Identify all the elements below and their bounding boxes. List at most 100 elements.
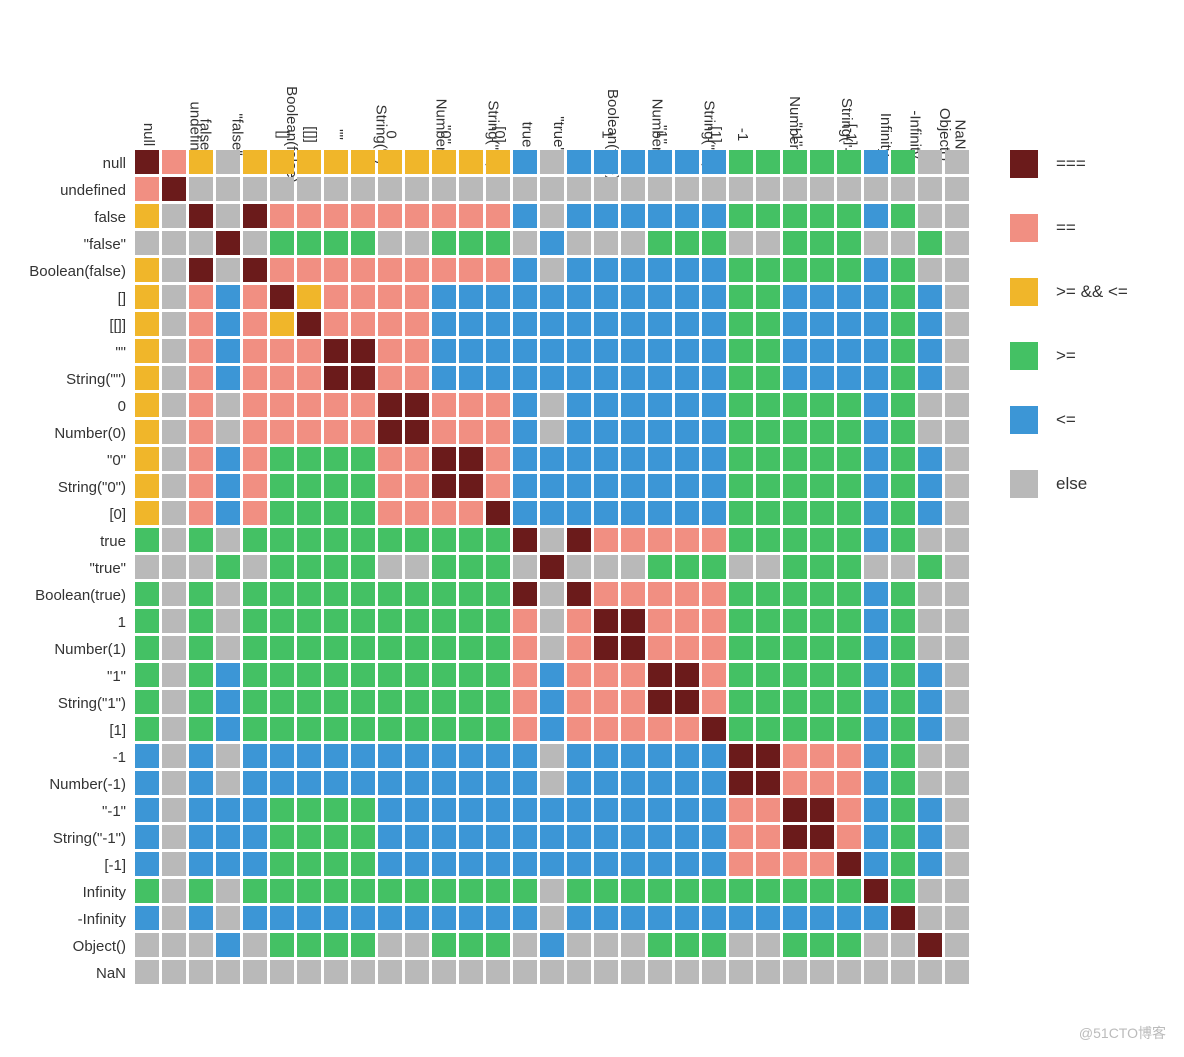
cell xyxy=(864,690,888,714)
cell xyxy=(270,717,294,741)
cell xyxy=(270,339,294,363)
cell xyxy=(297,204,321,228)
cell xyxy=(297,555,321,579)
cell xyxy=(648,420,672,444)
cell xyxy=(594,582,618,606)
cell xyxy=(513,933,537,957)
cell xyxy=(567,663,591,687)
cell xyxy=(297,825,321,849)
cell xyxy=(378,474,402,498)
cell xyxy=(135,906,159,930)
cell xyxy=(648,582,672,606)
row-label: "0" xyxy=(0,447,126,474)
cell xyxy=(324,204,348,228)
cell xyxy=(783,636,807,660)
cell xyxy=(567,771,591,795)
cell xyxy=(243,717,267,741)
cell xyxy=(324,285,348,309)
cell xyxy=(513,555,537,579)
cell xyxy=(945,825,969,849)
cell xyxy=(513,501,537,525)
cell xyxy=(702,528,726,552)
cell xyxy=(594,798,618,822)
cell xyxy=(945,528,969,552)
cell xyxy=(810,879,834,903)
cell xyxy=(135,501,159,525)
cell xyxy=(162,771,186,795)
col-label: Number(-1) xyxy=(756,126,783,144)
cell xyxy=(270,582,294,606)
cell xyxy=(378,528,402,552)
cell xyxy=(378,177,402,201)
col-label: [0] xyxy=(486,126,513,144)
cell xyxy=(783,690,807,714)
cell xyxy=(756,285,780,309)
cell xyxy=(486,150,510,174)
cell xyxy=(459,447,483,471)
cell xyxy=(459,663,483,687)
cell xyxy=(351,852,375,876)
cell xyxy=(540,609,564,633)
cell xyxy=(891,501,915,525)
cell xyxy=(243,177,267,201)
cell xyxy=(513,960,537,984)
col-label: [[]] xyxy=(297,126,324,144)
cell xyxy=(864,312,888,336)
col-label: NaN xyxy=(945,126,972,144)
cell xyxy=(432,285,456,309)
cell xyxy=(756,933,780,957)
cell xyxy=(270,474,294,498)
cell xyxy=(513,312,537,336)
cell xyxy=(918,717,942,741)
cell xyxy=(378,879,402,903)
cell xyxy=(540,582,564,606)
cell xyxy=(648,366,672,390)
cell xyxy=(621,879,645,903)
cell xyxy=(135,339,159,363)
cell xyxy=(648,447,672,471)
cell xyxy=(405,933,429,957)
cell xyxy=(270,933,294,957)
cell xyxy=(837,177,861,201)
cell xyxy=(675,501,699,525)
cell xyxy=(945,663,969,687)
cell xyxy=(243,312,267,336)
cell xyxy=(189,204,213,228)
cell xyxy=(540,150,564,174)
cell xyxy=(243,501,267,525)
row-label: String("-1") xyxy=(0,825,126,852)
cell xyxy=(810,474,834,498)
cell xyxy=(486,528,510,552)
cell xyxy=(351,582,375,606)
cell xyxy=(702,447,726,471)
cell xyxy=(675,474,699,498)
cell xyxy=(324,663,348,687)
cell xyxy=(756,582,780,606)
cell xyxy=(702,771,726,795)
cell xyxy=(864,663,888,687)
cell xyxy=(594,771,618,795)
cell xyxy=(675,906,699,930)
cell xyxy=(459,906,483,930)
cell xyxy=(378,798,402,822)
cell xyxy=(324,690,348,714)
cell xyxy=(189,393,213,417)
row-label: false xyxy=(0,204,126,231)
cell xyxy=(567,879,591,903)
cell xyxy=(216,582,240,606)
cell xyxy=(351,528,375,552)
cell xyxy=(540,258,564,282)
cell xyxy=(459,933,483,957)
cell xyxy=(405,339,429,363)
cell xyxy=(783,663,807,687)
cell xyxy=(837,771,861,795)
cell xyxy=(216,717,240,741)
cell xyxy=(675,393,699,417)
row-label: "-1" xyxy=(0,798,126,825)
cell xyxy=(864,231,888,255)
cell xyxy=(378,933,402,957)
cell xyxy=(243,150,267,174)
cell xyxy=(891,717,915,741)
cell xyxy=(945,474,969,498)
cell xyxy=(378,771,402,795)
